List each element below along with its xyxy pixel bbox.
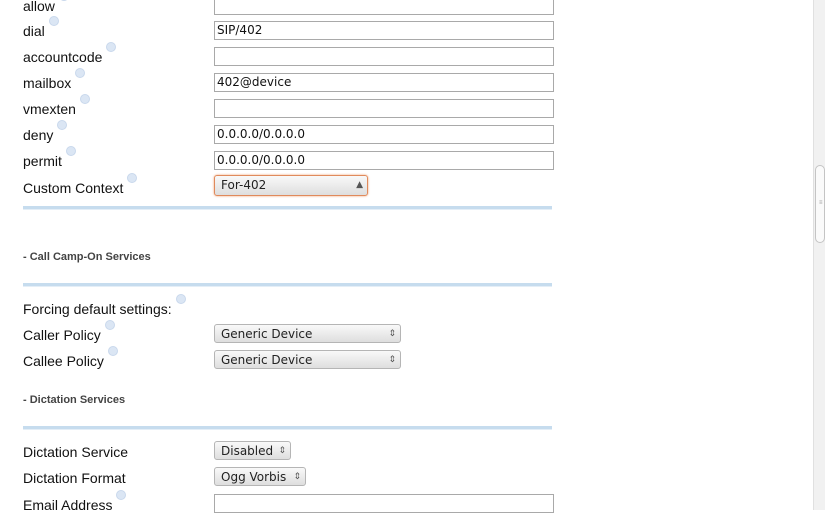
vmexten-label: vmexten bbox=[23, 94, 90, 118]
section-title-dictation: - Dictation Services bbox=[23, 394, 126, 406]
dictation-format-select[interactable]: Ogg Vorbis ⇕ bbox=[214, 467, 306, 486]
help-icon[interactable] bbox=[104, 320, 115, 330]
mailbox-label: mailbox bbox=[23, 68, 86, 92]
caller-policy-label: Caller Policy bbox=[23, 320, 115, 344]
help-icon[interactable] bbox=[48, 16, 59, 26]
help-icon[interactable] bbox=[116, 490, 127, 500]
callee-policy-label: Callee Policy bbox=[23, 346, 118, 370]
scrollbar-thumb[interactable]: ≡ bbox=[815, 165, 825, 243]
callee-policy-select[interactable]: Generic Device ⇕ bbox=[214, 350, 401, 369]
help-icon[interactable] bbox=[175, 294, 186, 304]
help-icon[interactable] bbox=[106, 42, 117, 52]
caller-policy-value: Generic Device bbox=[221, 327, 313, 341]
up-down-arrows-icon: ▲ bbox=[356, 180, 363, 190]
section-title-call-camp-on: - Call Camp-On Services bbox=[23, 251, 151, 263]
allow-input[interactable] bbox=[214, 0, 554, 15]
help-icon[interactable] bbox=[65, 146, 76, 156]
dictation-format-label: Dictation Format bbox=[23, 470, 126, 486]
deny-input[interactable]: 0.0.0.0/0.0.0.0 bbox=[214, 125, 554, 144]
accountcode-label: accountcode bbox=[23, 42, 117, 66]
dictation-format-value: Ogg Vorbis bbox=[221, 470, 287, 484]
caller-policy-select[interactable]: Generic Device ⇕ bbox=[214, 324, 401, 343]
up-down-arrows-icon: ⇕ bbox=[388, 329, 396, 339]
section-separator bbox=[23, 283, 552, 287]
permit-label: permit bbox=[23, 146, 76, 170]
section-separator bbox=[23, 206, 552, 210]
permit-input[interactable]: 0.0.0.0/0.0.0.0 bbox=[214, 151, 554, 170]
custom-context-value: For-402 bbox=[221, 178, 267, 192]
email-address-input[interactable] bbox=[214, 494, 554, 513]
dial-label: dial bbox=[23, 16, 59, 40]
help-icon[interactable] bbox=[58, 0, 69, 1]
mailbox-input[interactable]: 402@device bbox=[214, 73, 554, 92]
deny-label: deny bbox=[23, 120, 68, 144]
dictation-service-label: Dictation Service bbox=[23, 444, 129, 460]
vertical-scrollbar[interactable]: ≡ bbox=[813, 0, 825, 510]
custom-context-select[interactable]: For-402 ▲ bbox=[214, 175, 368, 196]
dial-input[interactable]: SIP/402 bbox=[214, 21, 554, 40]
help-icon[interactable] bbox=[57, 120, 68, 130]
forcing-default-label: Forcing default settings: bbox=[23, 294, 186, 318]
accountcode-input[interactable] bbox=[214, 47, 554, 66]
email-address-label: Email Address bbox=[23, 490, 127, 514]
allow-label: allow bbox=[23, 0, 69, 15]
help-icon[interactable] bbox=[79, 94, 90, 104]
vmexten-input[interactable] bbox=[214, 99, 554, 118]
up-down-arrows-icon: ⇕ bbox=[293, 472, 301, 482]
callee-policy-value: Generic Device bbox=[221, 353, 313, 367]
custom-context-label: Custom Context bbox=[23, 173, 138, 197]
section-separator bbox=[23, 426, 552, 430]
up-down-arrows-icon: ⇕ bbox=[278, 446, 286, 456]
help-icon[interactable] bbox=[107, 346, 118, 356]
dictation-service-value: Disabled bbox=[221, 444, 274, 458]
up-down-arrows-icon: ⇕ bbox=[388, 355, 396, 365]
help-icon[interactable] bbox=[75, 68, 86, 78]
dictation-service-select[interactable]: Disabled ⇕ bbox=[214, 441, 291, 460]
help-icon[interactable] bbox=[127, 173, 138, 183]
